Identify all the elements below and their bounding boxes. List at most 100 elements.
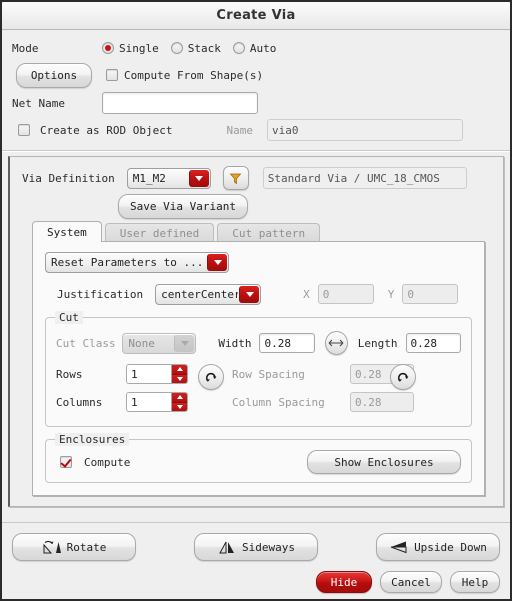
net-name-row: Net Name — [12, 90, 500, 116]
enclosures-group: Enclosures Compute Show Enclosures — [45, 433, 472, 483]
help-button[interactable]: Help — [450, 571, 500, 593]
upside-down-button-label: Upside Down — [414, 540, 487, 554]
save-via-variant-button[interactable]: Save Via Variant — [118, 193, 248, 219]
radio-single-label: Single — [119, 41, 159, 55]
columns-label: Columns — [56, 395, 103, 409]
cut-group: Cut Cut Class None Width 0.28 Length 0.2… — [45, 311, 472, 427]
x-input[interactable]: 0 — [317, 284, 374, 304]
radio-auto[interactable] — [232, 42, 245, 54]
circular-arrow-icon — [204, 370, 219, 385]
y-input[interactable]: 0 — [402, 284, 459, 304]
rod-name-label: Name — [226, 123, 253, 137]
radio-single[interactable] — [102, 42, 114, 54]
columns-spin-buttons — [171, 393, 187, 411]
via-definition-value: M1_M2 — [132, 171, 166, 185]
cancel-button[interactable]: Cancel — [380, 571, 442, 593]
column-spacing-input[interactable]: 0.28 — [350, 392, 414, 412]
compute-from-shapes-label: Compute From Shape(s) — [124, 68, 264, 82]
net-name-input[interactable] — [102, 92, 258, 114]
y-label: Y — [387, 287, 395, 301]
section-divider — [2, 150, 510, 152]
mode-row: Mode Single Stack Auto — [12, 38, 500, 58]
cut-group-title: Cut — [55, 311, 83, 324]
columns-decrement-button[interactable] — [172, 401, 187, 411]
length-input[interactable]: 0.28 — [405, 333, 462, 353]
justification-combo[interactable]: centerCenter — [155, 283, 262, 305]
funnel-filter-button[interactable] — [222, 166, 249, 190]
justification-row: Justification centerCenter X 0 Y 0 — [45, 279, 472, 309]
sideways-button-label: Sideways — [242, 540, 295, 554]
show-enclosures-button[interactable]: Show Enclosures — [307, 450, 461, 474]
via-definition-description: Standard Via / UMC_18_CMOS — [262, 167, 467, 189]
columns-row: Columns 1 Column Spacing 0.28 — [56, 388, 461, 416]
net-name-label: Net Name — [12, 96, 65, 110]
width-input[interactable]: 0.28 — [259, 333, 315, 353]
columns-stepper[interactable]: 1 — [126, 392, 188, 412]
length-label: Length — [357, 336, 398, 350]
action-button-row: Hide Cancel Help — [12, 571, 500, 593]
column-spacing-label: Column Spacing — [232, 395, 325, 409]
via-definition-label: Via Definition — [22, 171, 115, 185]
window-title: Create Via — [216, 8, 296, 23]
rows-decrement-button[interactable] — [172, 373, 187, 383]
justification-value: centerCenter — [161, 287, 239, 301]
columns-value[interactable]: 1 — [127, 393, 171, 411]
compute-from-shapes-checkbox[interactable] — [106, 69, 118, 81]
rod-name-input[interactable]: via0 — [266, 119, 463, 141]
hide-button[interactable]: Hide — [316, 571, 372, 593]
rows-value[interactable]: 1 — [127, 365, 171, 383]
options-row: Options Compute From Shape(s) — [12, 60, 500, 90]
save-via-variant-row: Save Via Variant — [14, 191, 499, 221]
via-definition-panel: Via Definition M1_M2 Standard Via / UMC_… — [8, 156, 504, 507]
row-spacing-label: Row Spacing — [232, 367, 305, 381]
rows-increment-button[interactable] — [172, 365, 187, 374]
reset-parameters-combo[interactable]: Reset Parameters to ... — [45, 252, 229, 273]
spacing-reset-button[interactable] — [390, 364, 416, 390]
system-tab-panel: Reset Parameters to ... Justification ce… — [32, 241, 485, 496]
create-via-dialog: Create Via Mode Single Stack Auto Option… — [0, 0, 512, 601]
rod-row: Create as ROD Object Name via0 — [12, 116, 500, 144]
tab-user-defined[interactable]: User defined — [104, 223, 215, 242]
reset-parameters-value: Reset Parameters to ... — [51, 256, 204, 269]
rows-columns-reset-button[interactable] — [198, 364, 224, 390]
cut-class-combo[interactable]: None — [122, 332, 197, 354]
chevron-down-icon — [207, 254, 227, 271]
columns-increment-button[interactable] — [172, 393, 187, 402]
funnel-filter-icon — [229, 172, 242, 185]
rotate-button-label: Rotate — [66, 540, 107, 554]
swap-width-length-button[interactable] — [324, 331, 348, 355]
title-bar: Create Via — [2, 2, 510, 30]
upside-down-button[interactable]: Upside Down — [376, 533, 500, 561]
rotate-icon — [42, 540, 62, 555]
create-rod-object-checkbox[interactable] — [18, 124, 30, 136]
create-rod-object-label: Create as ROD Object — [40, 123, 173, 137]
chevron-down-icon — [188, 169, 209, 187]
options-button[interactable]: Options — [16, 62, 92, 88]
radio-stack-label: Stack — [187, 41, 221, 55]
enclosures-compute-label: Compute — [84, 455, 131, 469]
sideways-button[interactable]: Sideways — [194, 533, 318, 561]
chevron-down-icon — [174, 334, 195, 352]
cut-class-label: Cut Class — [56, 336, 116, 350]
enclosures-row: Compute Show Enclosures — [56, 450, 461, 474]
bottom-bar: Rotate Sideways Upside Down Hide Cancel … — [2, 522, 510, 599]
chevron-down-icon — [239, 285, 260, 303]
transform-button-row: Rotate Sideways Upside Down — [12, 533, 500, 561]
tab-system[interactable]: System — [32, 221, 102, 242]
tab-strip: System User defined Cut pattern — [14, 221, 499, 242]
rows-spin-buttons — [171, 365, 187, 383]
circular-arrow-icon — [396, 370, 411, 385]
justification-label: Justification — [57, 287, 144, 301]
rows-stepper[interactable]: 1 — [126, 364, 188, 384]
via-definition-combo[interactable]: M1_M2 — [126, 167, 211, 189]
mode-label: Mode — [12, 41, 39, 55]
tab-cut-pattern[interactable]: Cut pattern — [217, 223, 321, 242]
enclosures-compute-checkbox[interactable] — [60, 456, 72, 468]
reset-parameters-row: Reset Parameters to ... — [45, 252, 472, 273]
cut-class-value: None — [128, 336, 155, 350]
enclosures-group-title: Enclosures — [55, 433, 130, 446]
width-label: Width — [218, 336, 252, 350]
rotate-button[interactable]: Rotate — [12, 533, 136, 561]
rows-label: Rows — [56, 367, 83, 381]
radio-stack[interactable] — [170, 42, 183, 54]
